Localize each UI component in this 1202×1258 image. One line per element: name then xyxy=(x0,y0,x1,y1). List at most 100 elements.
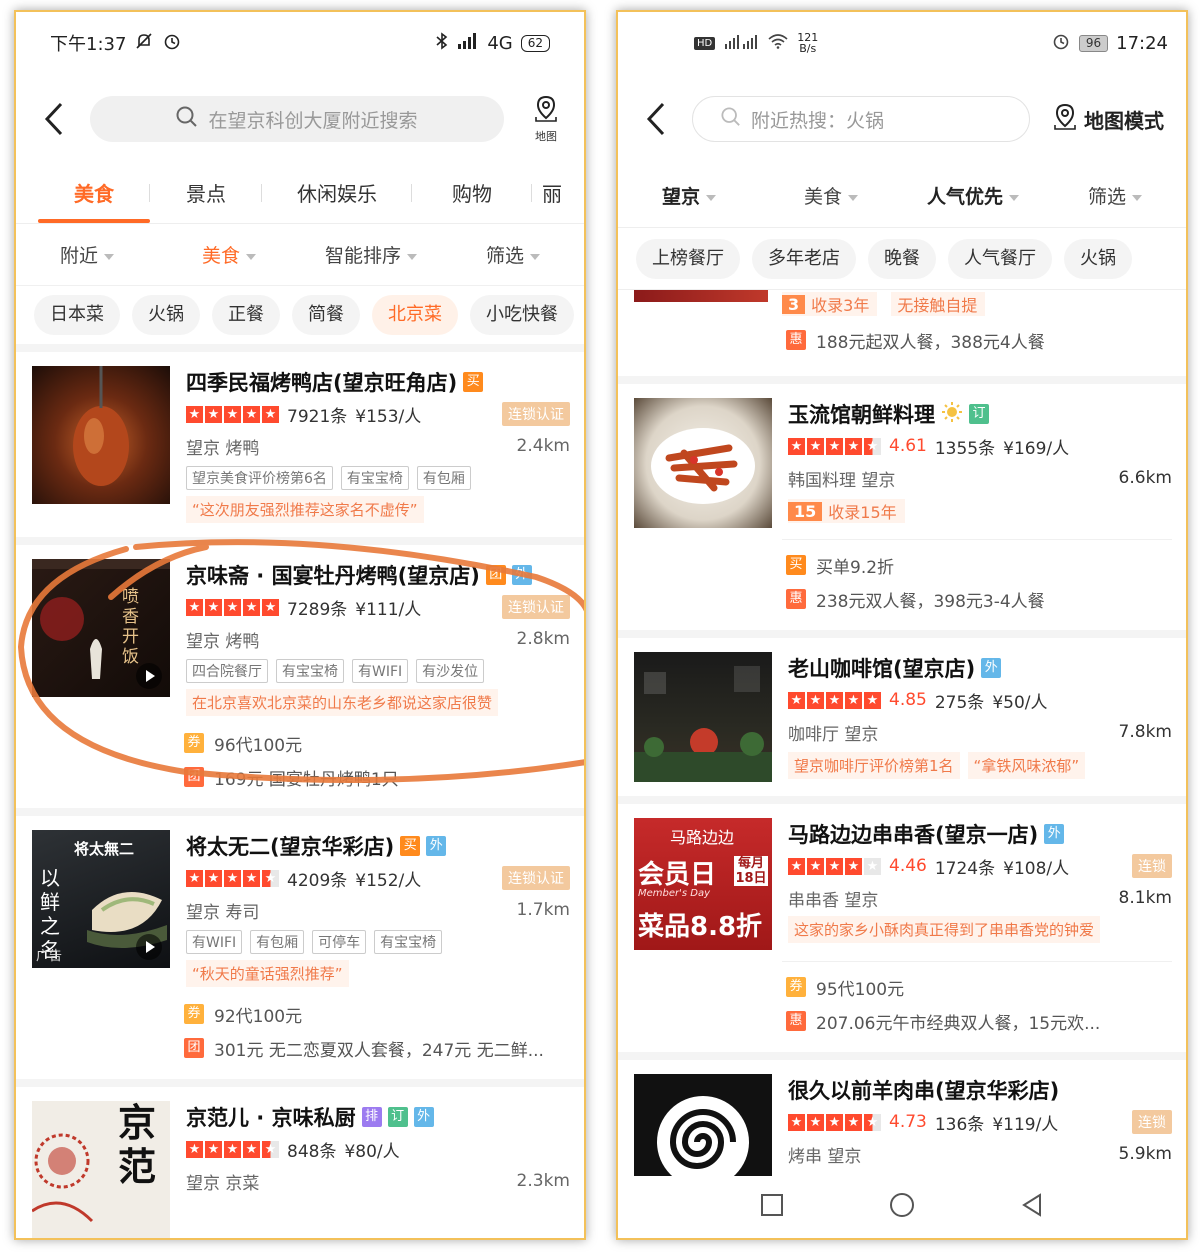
chip-old-store[interactable]: 多年老店 xyxy=(752,238,856,279)
chip-snack[interactable]: 小吃快餐 xyxy=(470,295,574,335)
filter-food[interactable]: 美食 xyxy=(158,241,300,268)
shop-card[interactable]: 喷香开饭 京味斋 · 国宴牡丹烤鸭(望京店)团外 7289条 ¥111/人 连锁… xyxy=(16,545,584,816)
video-play-icon[interactable] xyxy=(136,934,162,960)
chip-hotpot[interactable]: 火锅 xyxy=(132,295,200,335)
rating-row: 4209条 ¥152/人 连锁认证 xyxy=(186,862,570,894)
battery-icon: 96 xyxy=(1078,34,1109,52)
shop-name: 四季民福烤鸭店(望京旺角店) 买 xyxy=(186,366,570,398)
promo-row[interactable]: 惠 188元起双人餐，388元4人餐 xyxy=(634,318,1172,362)
rating-stars xyxy=(788,437,881,455)
promo-row[interactable]: 团 301元 无二恋夏双人套餐，247元 无二鲜... xyxy=(32,1031,570,1065)
chip-popular[interactable]: 人气餐厅 xyxy=(948,238,1052,279)
filter-sort[interactable]: 智能排序 xyxy=(300,241,442,268)
tab-leisure[interactable]: 休闲娱乐 xyxy=(262,178,412,223)
shop-card[interactable]: 将太無二 以鲜之名 广告 将太无二(望京华彩店)买外 4209条 ¥152/人 … xyxy=(16,816,584,1087)
shop-name: 马路边边串串香(望京一店) 外 xyxy=(788,818,1172,850)
cuisine-chips: 日本菜 火锅 正餐 简餐 北京菜 小吃快餐 xyxy=(16,286,584,352)
thumb-date: 每月18日 xyxy=(734,856,768,886)
tab-food[interactable]: 美食 xyxy=(38,178,150,223)
takeout-badge: 外 xyxy=(511,565,532,585)
shop-card[interactable]: 京范 京范儿 · 京味私厨排订外 848条 ¥80/人 望京 京菜2.3km xyxy=(16,1087,584,1238)
filter-more[interactable]: 筛选 xyxy=(442,241,584,268)
tab-shopping[interactable]: 购物 xyxy=(412,178,532,223)
tab-sights[interactable]: 景点 xyxy=(150,178,262,223)
area-row: 望京 烤鸭 2.8km xyxy=(186,629,570,652)
recommend-quote: “这次朋友强烈推荐这家名不虚传” xyxy=(186,496,424,523)
filter-sort[interactable]: 人气优先 xyxy=(902,182,1044,209)
rating-row: 848条 ¥80/人 xyxy=(186,1133,570,1165)
rating-row: 7289条 ¥111/人 连锁认证 xyxy=(186,591,570,623)
category-tabs: 美食 景点 休闲娱乐 购物 丽 xyxy=(16,164,584,224)
quick-chips: 上榜餐厅 多年老店 晚餐 人气餐厅 火锅 xyxy=(618,228,1186,290)
discount-icon: 惠 xyxy=(786,1011,806,1031)
filter-more[interactable]: 筛选 xyxy=(1044,182,1186,209)
shop-photo-sushi: 将太無二 以鲜之名 广告 xyxy=(32,830,170,968)
chip-beijing[interactable]: 北京菜 xyxy=(372,295,458,335)
filter-food[interactable]: 美食 xyxy=(760,182,902,209)
area-row: 望京 寿司 1.7km xyxy=(186,900,570,923)
chip-simple[interactable]: 简餐 xyxy=(292,295,360,335)
ad-label: 广告 xyxy=(36,949,63,964)
area-row: 望京 京菜 2.3km xyxy=(186,1171,570,1194)
buy-badge: 买 xyxy=(400,836,421,856)
shop-name: 很久以前羊肉串(望京华彩店) xyxy=(788,1079,1060,1103)
search-placeholder: 在望京科创大厦附近搜索 xyxy=(208,109,418,132)
promo-row[interactable]: 券 96代100元 xyxy=(32,726,570,760)
chip-japanese[interactable]: 日本菜 xyxy=(34,295,120,335)
thumb-vertical-text: 喷香开饭 xyxy=(122,587,139,667)
caret-down-icon xyxy=(246,253,256,260)
chain-badge: 连锁 xyxy=(1132,1110,1172,1134)
back-nav-icon[interactable] xyxy=(1019,1192,1045,1222)
promo-row[interactable]: 买买单9.2折 xyxy=(634,548,1172,582)
mute-icon xyxy=(134,31,154,56)
area-row: 望京 烤鸭 2.4km xyxy=(186,436,570,459)
filter-area[interactable]: 望京 xyxy=(618,182,760,209)
home-icon[interactable] xyxy=(888,1191,916,1223)
chip-ranked[interactable]: 上榜餐厅 xyxy=(636,238,740,279)
shop-card-partial[interactable]: 3 收录3年 无接触自提 惠 188元起双人餐，388元4人餐 xyxy=(618,290,1186,384)
rating-stars xyxy=(788,691,881,709)
back-arrow-icon[interactable] xyxy=(642,97,670,141)
tab-more[interactable]: 丽 xyxy=(532,178,562,223)
filter-nearby[interactable]: 附近 xyxy=(16,241,158,268)
search-row: 附近热搜：火锅 地图模式 xyxy=(618,74,1186,164)
promo-row[interactable]: 惠 238元双人餐，398元3-4人餐 xyxy=(634,582,1172,616)
rating-row: 4.85 275条 ¥50/人 xyxy=(788,684,1172,716)
thumb-promo: 菜品8.8折 xyxy=(638,912,763,942)
promo-row[interactable]: 券 92代100元 xyxy=(32,997,570,1031)
map-mode-button[interactable]: 地图模式 xyxy=(1052,103,1164,136)
shop-card[interactable]: 玉流馆朝鲜料理订 4.61 1355条 ¥169/人 韩国料理 望京6.6km … xyxy=(618,384,1186,638)
recent-apps-icon[interactable] xyxy=(759,1192,785,1222)
search-placeholder: 附近热搜：火锅 xyxy=(751,109,885,132)
promo-row[interactable]: 惠 207.06元午市经典双人餐，15元欢... xyxy=(634,1004,1172,1038)
caret-down-icon xyxy=(1132,194,1142,201)
shop-card[interactable]: 老山咖啡馆(望京店)外 4.85 275条 ¥50/人 咖啡厅 望京7.8km … xyxy=(618,638,1186,804)
shop-name: 玉流馆朝鲜料理订 xyxy=(788,398,1172,430)
chip-hotpot[interactable]: 火锅 xyxy=(1064,238,1132,279)
bluetooth-icon xyxy=(435,31,449,56)
chip-dinner[interactable]: 晚餐 xyxy=(868,238,936,279)
back-arrow-icon[interactable] xyxy=(40,97,68,141)
group-deal-icon: 团 xyxy=(184,767,204,787)
promo-row[interactable]: 团 169元 国宴牡丹烤鸭1只 xyxy=(32,760,570,794)
map-pin-icon xyxy=(1052,103,1078,136)
map-button[interactable]: 地图 xyxy=(526,95,566,144)
discount-icon: 惠 xyxy=(786,589,806,609)
shop-card[interactable]: 四季民福烤鸭店(望京旺角店)买 7921条 ¥153/人 连锁认证 望京 烤鸭2… xyxy=(16,352,584,545)
search-icon xyxy=(721,106,741,132)
video-play-icon[interactable] xyxy=(136,663,162,689)
chip-formal[interactable]: 正餐 xyxy=(212,295,280,335)
rating-row: 4.61 1355条 ¥169/人 xyxy=(788,430,1172,462)
right-phone-screen: HD 121 B/s 96 17:24 附近热搜：火锅 地图模式 望京 美食 人… xyxy=(616,10,1188,1240)
tag-row: 望京美食评价榜第6名 有宝宝椅 有包厢 xyxy=(186,462,570,494)
promo-row[interactable]: 券 95代100元 xyxy=(634,970,1172,1004)
map-mode-label: 地图模式 xyxy=(1084,108,1164,133)
search-input[interactable]: 在望京科创大厦附近搜索 xyxy=(90,96,504,142)
filter-bar: 附近 美食 智能排序 筛选 xyxy=(16,224,584,286)
rating-row: 4.73 136条 ¥119/人 连锁 xyxy=(788,1106,1172,1138)
thumb-brand: 马路边边 xyxy=(670,828,735,847)
shop-card[interactable]: 马路边边 会员日 每月18日 Member's Day 菜品8.8折 马路边边串… xyxy=(618,804,1186,1060)
caret-down-icon xyxy=(407,253,417,260)
search-input[interactable]: 附近热搜：火锅 xyxy=(692,96,1030,142)
map-pin-icon xyxy=(533,95,559,126)
